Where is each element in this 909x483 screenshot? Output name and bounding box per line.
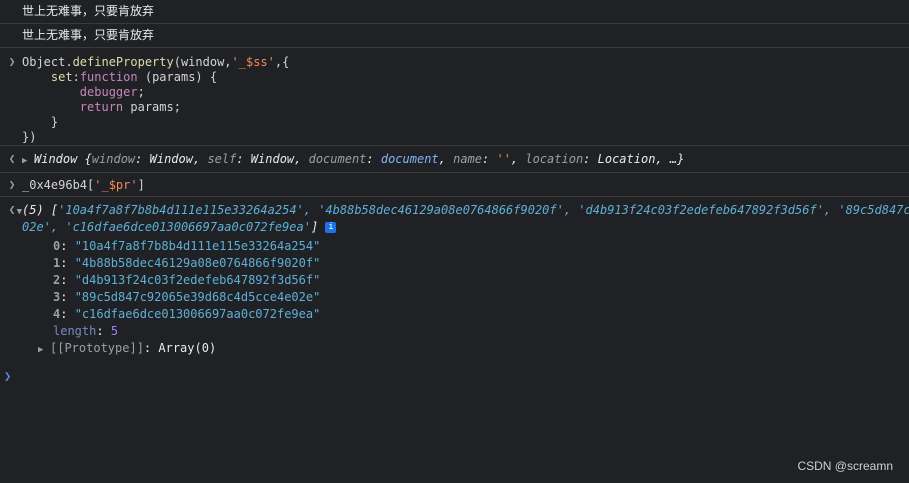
array-preview[interactable]: ▼(5) ['10a4f7a8f7b8b4d111e115e33264a254'…: [0, 203, 909, 235]
code-block: Object.defineProperty(window,'_$ss',{ se…: [0, 55, 909, 145]
array-value: "4b88b58dec46129a08e0764866f9020f": [74, 256, 321, 270]
array-item-row: 1: "4b88b58dec46129a08e0764866f9020f": [53, 256, 321, 270]
code-block: _0x4e96b4['_$pr']: [0, 178, 909, 193]
prop-key: window: [91, 152, 136, 166]
code-token: _0x4e96b4[: [22, 178, 95, 192]
prop-key: name: [453, 152, 483, 166]
watermark: CSDN @screamn: [797, 459, 893, 473]
code-token: ]: [137, 178, 145, 192]
array-value: "10a4f7a8f7b8b4d111e115e33264a254": [74, 239, 321, 253]
info-icon[interactable]: i: [325, 222, 337, 233]
prop-value: '': [496, 152, 511, 166]
chevron-right-icon: ❯: [8, 178, 16, 191]
prototype-row[interactable]: ▶ [[Prototype]]: Array(0): [0, 340, 909, 357]
brace: , …}: [655, 152, 685, 166]
object-label: Window: [34, 152, 78, 166]
length-key: length: [53, 324, 97, 338]
prop-value: document: [380, 152, 439, 166]
brace: {: [77, 152, 92, 166]
code-token: '_$ss': [231, 55, 275, 69]
log-message: 世上无难事，只要肯放弃: [22, 28, 155, 42]
prop-value: Location: [597, 152, 656, 166]
code-token: ,{: [274, 55, 290, 69]
code-token: (window,: [173, 55, 232, 69]
code-token: params;: [123, 100, 181, 114]
code-token: return: [79, 100, 124, 114]
console-result-entry: ❮ ▼(5) ['10a4f7a8f7b8b4d111e115e33264a25…: [0, 197, 909, 363]
array-preview-items: 02e', 'c16dfae6dce013006697aa0c072fe9ea': [22, 220, 311, 234]
array-item-row: 4: "c16dfae6dce013006697aa0c072fe9ea": [53, 307, 321, 321]
prop-value: Window: [250, 152, 295, 166]
object-preview[interactable]: ▶ Window {window: Window, self: Window, d…: [0, 146, 909, 172]
code-token: '_$pr': [94, 178, 138, 192]
array-length-row: length: 5: [53, 324, 119, 338]
array-item-row: 2: "d4b913f24c03f2edefeb647892f3d56f": [53, 273, 321, 287]
console-log-entry: 世上无难事，只要肯放弃: [0, 0, 909, 24]
array-value: "89c5d847c92065e39d68c4d5cce4e02e": [74, 290, 321, 304]
prototype-key: [[Prototype]]: [50, 341, 144, 355]
console-input-entry[interactable]: ❯ Object.defineProperty(window,'_$ss',{ …: [0, 48, 909, 146]
prop-value: Window: [149, 152, 193, 166]
code-token: (params) {: [137, 70, 218, 84]
console-input-entry[interactable]: ❯ _0x4e96b4['_$pr']: [0, 173, 909, 197]
code-token: ;: [137, 85, 145, 99]
chevron-left-icon: ❮: [8, 152, 16, 165]
array-items: 0: "10a4f7a8f7b8b4d111e115e33264a254" 1:…: [0, 238, 909, 340]
length-value: 5: [110, 324, 119, 338]
expand-triangle-icon[interactable]: ▶: [22, 148, 34, 172]
console-prompt-icon[interactable]: ❯: [4, 369, 11, 383]
chevron-left-icon: ❮: [8, 203, 16, 216]
array-preview-items: '10a4f7a8f7b8b4d111e115e33264a254', '4b8…: [58, 203, 909, 217]
chevron-right-icon: ❯: [8, 55, 16, 68]
array-value: "c16dfae6dce013006697aa0c072fe9ea": [74, 307, 321, 321]
array-item-row: 0: "10a4f7a8f7b8b4d111e115e33264a254": [53, 239, 321, 253]
array-count: (5) [: [22, 203, 59, 217]
code-token: :: [72, 70, 80, 84]
console-result-entry: ❮ ▶ Window {window: Window, self: Window,…: [0, 146, 909, 173]
prop-key: self: [207, 152, 237, 166]
console-log-entry: 世上无难事，只要肯放弃: [0, 24, 909, 48]
array-value: "d4b913f24c03f2edefeb647892f3d56f": [74, 273, 321, 287]
log-message: 世上无难事，只要肯放弃: [22, 4, 155, 18]
code-token: }: [50, 115, 59, 129]
prototype-value: Array(0): [158, 341, 217, 355]
code-token: function: [79, 70, 138, 84]
code-token: Object.: [22, 55, 73, 69]
code-token: defineProperty: [72, 55, 174, 69]
prop-key: location: [525, 152, 584, 166]
code-token: set: [50, 70, 73, 84]
code-token: }): [22, 130, 37, 144]
prop-key: document: [308, 152, 367, 166]
array-close: ]: [310, 220, 319, 234]
code-token: debugger: [79, 85, 138, 99]
array-item-row: 3: "89c5d847c92065e39d68c4d5cce4e02e": [53, 290, 321, 304]
expand-triangle-icon[interactable]: ▶: [38, 342, 50, 359]
